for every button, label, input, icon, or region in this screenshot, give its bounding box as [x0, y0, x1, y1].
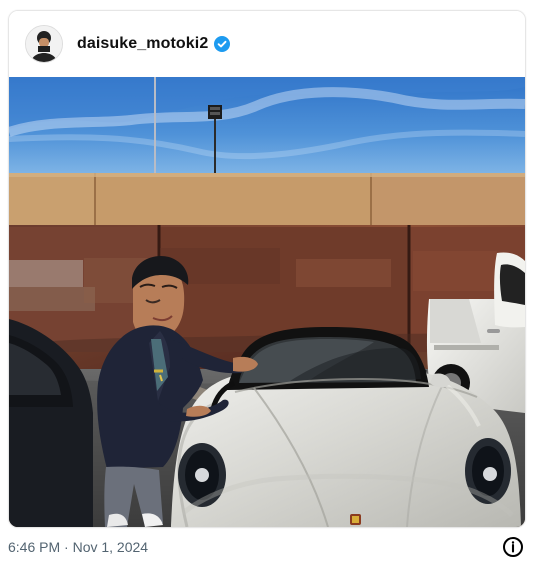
post-photo-image — [9, 77, 525, 527]
post-header: daisuke_motoki2 — [9, 11, 525, 77]
post-photo[interactable] — [9, 77, 525, 527]
info-icon[interactable] — [502, 536, 524, 558]
timestamp[interactable]: 6:46 PM · Nov 1, 2024 — [8, 539, 148, 555]
verified-badge-icon — [214, 36, 231, 52]
avatar-image — [26, 26, 62, 62]
post-card: daisuke_motoki2 — [8, 10, 526, 528]
post-footer: 6:46 PM · Nov 1, 2024 — [0, 528, 536, 566]
username[interactable]: daisuke_motoki2 — [77, 35, 208, 53]
avatar[interactable] — [25, 25, 63, 63]
